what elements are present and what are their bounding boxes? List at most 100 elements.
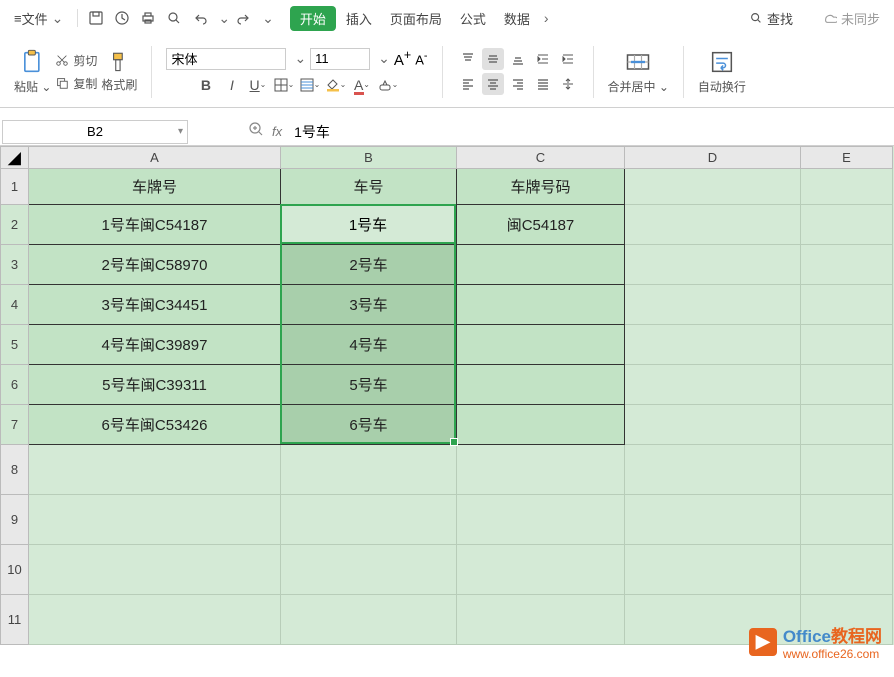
select-all-corner[interactable]: ◢ [1, 147, 29, 169]
col-header-A[interactable]: A [29, 147, 281, 169]
cell-E8[interactable] [801, 445, 893, 495]
row-header-4[interactable]: 4 [1, 285, 29, 325]
fill-color-icon[interactable]: ⌄ [325, 74, 347, 96]
col-header-C[interactable]: C [457, 147, 625, 169]
cell-D6[interactable] [625, 365, 801, 405]
cell-B4[interactable]: 3号车 [281, 285, 457, 325]
copy-button[interactable]: 复制 [55, 75, 97, 92]
undo-icon[interactable] [188, 6, 212, 30]
row-header-11[interactable]: 11 [1, 595, 29, 645]
cell-B5[interactable]: 4号车 [281, 325, 457, 365]
cell-B3[interactable]: 2号车 [281, 245, 457, 285]
row-header-2[interactable]: 2 [1, 205, 29, 245]
cell-C1[interactable]: 车牌号码 [457, 169, 625, 205]
formula-input[interactable] [294, 124, 894, 140]
cell-B11[interactable] [281, 595, 457, 645]
wrap-text-button[interactable]: 自动换行 [698, 48, 746, 95]
align-center-icon[interactable] [482, 73, 504, 95]
increase-indent-icon[interactable] [557, 48, 579, 70]
sync-button[interactable]: 未同步 [815, 6, 888, 31]
cell-A8[interactable] [29, 445, 281, 495]
cell-A1[interactable]: 车牌号 [29, 169, 281, 205]
col-header-E[interactable]: E [801, 147, 893, 169]
cell-B1[interactable]: 车号 [281, 169, 457, 205]
orientation-icon[interactable] [557, 73, 579, 95]
cell-D10[interactable] [625, 545, 801, 595]
cut-button[interactable]: 剪切 [55, 52, 97, 69]
row-header-1[interactable]: 1 [1, 169, 29, 205]
bold-icon[interactable]: B [195, 74, 217, 96]
cell-B2[interactable]: 1号车 [281, 205, 457, 245]
cell-C11[interactable] [457, 595, 625, 645]
cell-C8[interactable] [457, 445, 625, 495]
redo-icon[interactable] [232, 6, 256, 30]
cell-A4[interactable]: 3号车闽C34451 [29, 285, 281, 325]
cell-E9[interactable] [801, 495, 893, 545]
cell-E4[interactable] [801, 285, 893, 325]
row-header-8[interactable]: 8 [1, 445, 29, 495]
cell-D2[interactable] [625, 205, 801, 245]
cell-D5[interactable] [625, 325, 801, 365]
increase-font-icon[interactable]: A+ [394, 48, 411, 69]
row-header-9[interactable]: 9 [1, 495, 29, 545]
cell-E1[interactable] [801, 169, 893, 205]
font-dropdown-icon[interactable]: ⌄ [294, 50, 306, 67]
justify-icon[interactable] [532, 73, 554, 95]
cell-A7[interactable]: 6号车闽C53426 [29, 405, 281, 445]
cell-C3[interactable] [457, 245, 625, 285]
cell-C6[interactable] [457, 365, 625, 405]
font-name-select[interactable] [166, 48, 286, 70]
name-box[interactable]: B2▾ [2, 120, 188, 144]
row-header-6[interactable]: 6 [1, 365, 29, 405]
cell-A3[interactable]: 2号车闽C58970 [29, 245, 281, 285]
cell-E5[interactable] [801, 325, 893, 365]
cell-E6[interactable] [801, 365, 893, 405]
align-left-icon[interactable] [457, 73, 479, 95]
cell-D1[interactable] [625, 169, 801, 205]
clear-format-icon[interactable]: ⌄ [377, 74, 399, 96]
cell-A2[interactable]: 1号车闽C54187 [29, 205, 281, 245]
cell-D4[interactable] [625, 285, 801, 325]
cell-A9[interactable] [29, 495, 281, 545]
cell-A11[interactable] [29, 595, 281, 645]
cell-C9[interactable] [457, 495, 625, 545]
cell-B7[interactable]: 6号车 [281, 405, 457, 445]
cell-B8[interactable] [281, 445, 457, 495]
cell-C10[interactable] [457, 545, 625, 595]
paste-button[interactable]: 粘贴 ⌄ [14, 48, 51, 95]
decrease-indent-icon[interactable] [532, 48, 554, 70]
cell-D3[interactable] [625, 245, 801, 285]
cell-B10[interactable] [281, 545, 457, 595]
cell-C4[interactable] [457, 285, 625, 325]
align-right-icon[interactable] [507, 73, 529, 95]
cell-E7[interactable] [801, 405, 893, 445]
row-header-10[interactable]: 10 [1, 545, 29, 595]
cell-D9[interactable] [625, 495, 801, 545]
cell-A10[interactable] [29, 545, 281, 595]
align-bottom-icon[interactable] [507, 48, 529, 70]
row-header-7[interactable]: 7 [1, 405, 29, 445]
file-menu[interactable]: ≡ 文件 ⌄ [6, 6, 71, 31]
cell-D7[interactable] [625, 405, 801, 445]
save-icon[interactable] [84, 6, 108, 30]
preview-icon[interactable] [162, 6, 186, 30]
fx-icon[interactable]: fx [272, 124, 282, 139]
cell-C5[interactable] [457, 325, 625, 365]
zoom-icon[interactable] [248, 121, 264, 142]
grid[interactable]: ◢ A B C D E 1 车牌号 车号 车牌号码 2 1号车闽C54187 1… [0, 146, 893, 645]
print-preview-icon[interactable] [110, 6, 134, 30]
cell-A5[interactable]: 4号车闽C39897 [29, 325, 281, 365]
search-button[interactable]: 查找 [741, 6, 801, 31]
cell-E10[interactable] [801, 545, 893, 595]
size-dropdown-icon[interactable]: ⌄ [378, 50, 390, 67]
cell-E2[interactable] [801, 205, 893, 245]
col-header-B[interactable]: B [281, 147, 457, 169]
tab-start[interactable]: 开始 [290, 6, 336, 31]
tab-insert[interactable]: 插入 [338, 6, 380, 31]
border-icon[interactable]: ⌄ [273, 74, 295, 96]
cell-E3[interactable] [801, 245, 893, 285]
cell-D8[interactable] [625, 445, 801, 495]
col-header-D[interactable]: D [625, 147, 801, 169]
cell-C2[interactable]: 闽C54187 [457, 205, 625, 245]
align-middle-icon[interactable] [482, 48, 504, 70]
